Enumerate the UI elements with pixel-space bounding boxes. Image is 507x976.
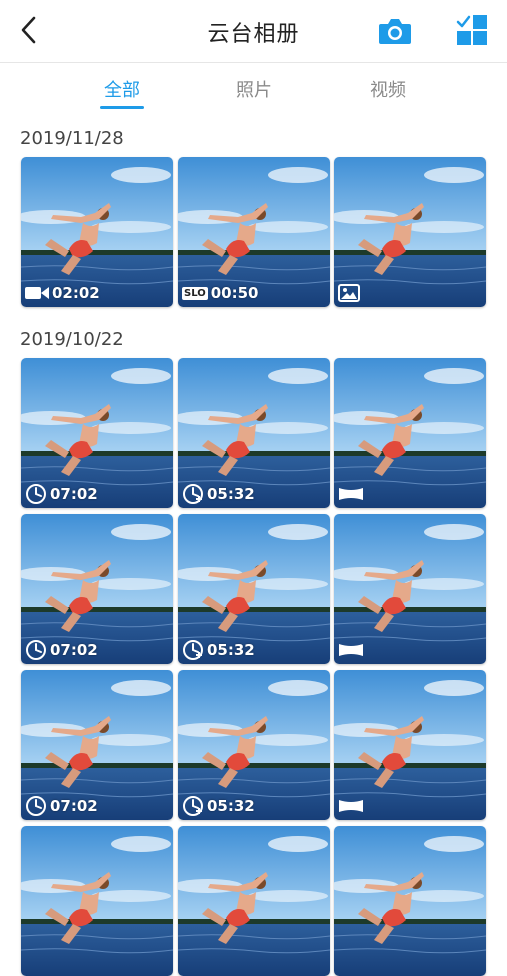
media-thumbnail[interactable]: 07:02	[21, 358, 173, 508]
thumbnail-image	[21, 826, 173, 976]
camera-button[interactable]	[378, 16, 412, 46]
media-type-badge: 07:02	[25, 484, 98, 504]
media-type-badge: 02:02	[25, 283, 100, 303]
hyperlapse-clock-icon	[183, 484, 203, 504]
media-type-badge	[338, 640, 367, 660]
media-type-badge	[338, 283, 363, 303]
duration-label: 02:02	[52, 284, 100, 302]
duration-label: 07:02	[50, 485, 98, 503]
tab-photos[interactable]: 照片	[214, 76, 294, 102]
duration-label: 05:32	[207, 797, 255, 815]
media-thumbnail[interactable]: 07:02	[21, 514, 173, 664]
date-header: 2019/10/22	[20, 329, 124, 350]
media-type-badge: 05:32	[182, 796, 255, 816]
media-thumbnail[interactable]: 02:02	[21, 157, 173, 307]
media-type-badge: 05:32	[182, 484, 255, 504]
multi-select-grid-icon	[456, 15, 487, 45]
timelapse-clock-icon	[26, 640, 46, 660]
duration-label: 00:50	[210, 284, 259, 302]
hyperlapse-clock-icon	[183, 640, 203, 660]
panorama-icon	[339, 488, 363, 500]
duration-label: 07:02	[50, 797, 98, 815]
thumbnail-image	[334, 826, 486, 976]
media-thumbnail[interactable]	[334, 514, 486, 664]
media-thumbnail[interactable]	[21, 826, 173, 976]
media-thumbnail[interactable]	[334, 670, 486, 820]
slo-badge-icon: SLO	[182, 286, 208, 300]
hyperlapse-clock-icon	[183, 796, 203, 816]
image-icon	[338, 284, 360, 302]
top-bar: 云台相册	[0, 0, 507, 63]
timelapse-clock-icon	[26, 796, 46, 816]
media-thumbnail[interactable]: 05:32	[178, 514, 330, 664]
video-camera-icon	[25, 287, 49, 299]
duration-label: 07:02	[50, 641, 98, 659]
tab-videos[interactable]: 视频	[348, 76, 428, 102]
media-type-badge: 05:32	[182, 640, 255, 660]
date-header: 2019/11/28	[20, 128, 124, 149]
media-thumbnail[interactable]	[334, 826, 486, 976]
media-thumbnail[interactable]: 07:02	[21, 670, 173, 820]
media-thumbnail[interactable]	[334, 358, 486, 508]
panorama-icon	[339, 644, 363, 656]
page-title: 云台相册	[207, 22, 300, 47]
media-thumbnail[interactable]	[334, 157, 486, 307]
media-type-badge	[338, 796, 367, 816]
duration-label: 05:32	[207, 485, 255, 503]
media-thumbnail[interactable]	[178, 826, 330, 976]
multi-select-button[interactable]	[456, 14, 488, 46]
media-thumbnail[interactable]: 05:32	[178, 670, 330, 820]
media-filter-tabs: 全部 照片 视频	[0, 76, 507, 114]
thumbnail-image	[178, 826, 330, 976]
timelapse-clock-icon	[26, 484, 46, 504]
media-type-badge: 07:02	[25, 640, 98, 660]
media-thumbnail[interactable]: SLO 00:50	[178, 157, 330, 307]
duration-label: 05:32	[207, 641, 255, 659]
media-thumbnail[interactable]: 05:32	[178, 358, 330, 508]
tab-all[interactable]: 全部	[82, 76, 162, 102]
camera-icon	[379, 19, 411, 44]
active-tab-indicator	[100, 106, 144, 109]
media-type-badge	[338, 484, 367, 504]
media-type-badge: 07:02	[25, 796, 98, 816]
media-type-badge: SLO 00:50	[182, 283, 258, 303]
panorama-icon	[339, 800, 363, 812]
